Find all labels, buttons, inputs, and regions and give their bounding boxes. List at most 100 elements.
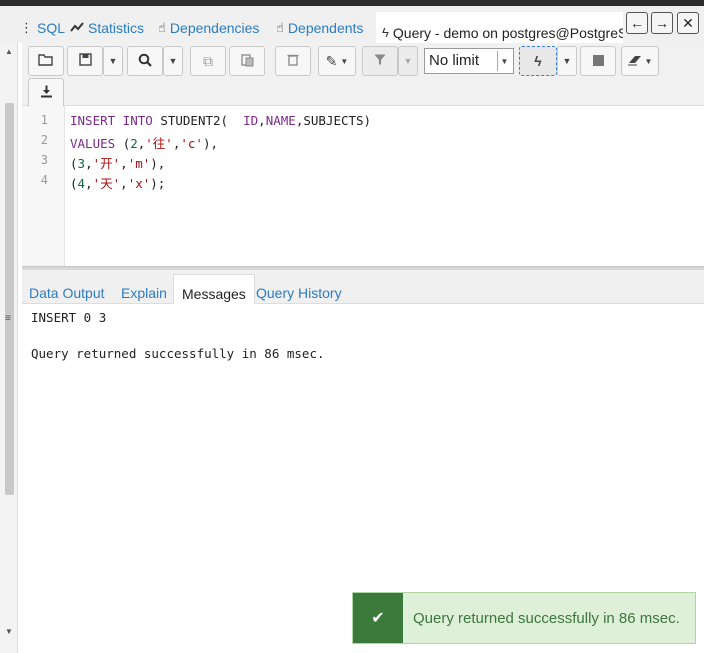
scroll-down-arrow-icon[interactable]: ▼ bbox=[5, 627, 13, 636]
line-number: 1 bbox=[40, 113, 48, 127]
query-toolbar: ▼ ▼ ⧉ ✎ ▼ ▼ No limit ▼ ϟ ▼ ▼ bbox=[22, 43, 704, 108]
save-button[interactable] bbox=[67, 46, 103, 76]
execute-options-dropdown[interactable]: ▼ bbox=[557, 46, 577, 76]
clear-button[interactable]: ▼ bbox=[621, 46, 659, 76]
results-tabs: Data Output Explain Messages Query Histo… bbox=[22, 270, 704, 304]
copy-button[interactable]: ⧉ bbox=[190, 46, 226, 76]
line-number: 2 bbox=[40, 133, 48, 147]
tab-dependencies[interactable]: ☝ Dependencies bbox=[158, 20, 259, 36]
message-success: Query returned successfully in 86 msec. bbox=[31, 346, 325, 361]
trash-icon bbox=[287, 53, 299, 69]
resize-grip-icon[interactable]: ≡ bbox=[5, 313, 11, 324]
caret-down-icon: ▼ bbox=[108, 56, 118, 66]
query-tool-window: ⋮ SQL Statistics ☝ Dependencies ☝ Depend… bbox=[0, 0, 704, 653]
code-token: STUDENT2( bbox=[160, 113, 244, 128]
caret-down-icon: ▼ bbox=[403, 56, 413, 66]
code-token: INSERT INTO bbox=[70, 113, 161, 128]
code-line[interactable]: INSERT INTO STUDENT2( ID,NAME,SUBJECTS) bbox=[70, 113, 371, 128]
hand-pointer-icon: ☝ bbox=[276, 20, 284, 35]
filter-options-dropdown[interactable]: ▼ bbox=[398, 46, 418, 76]
paste-button[interactable] bbox=[229, 46, 265, 76]
check-icon: ✔ bbox=[353, 593, 403, 643]
folder-open-icon bbox=[38, 53, 54, 69]
toast-text: Query returned successfully in 86 msec. bbox=[413, 609, 680, 627]
code-token: ), bbox=[150, 156, 166, 171]
forward-button[interactable]: → bbox=[651, 12, 673, 34]
close-icon: ✕ bbox=[682, 14, 694, 31]
tab-explain[interactable]: Explain bbox=[121, 285, 167, 301]
tab-query[interactable]: ϟ Query - demo on postgres@PostgreSQL bbox=[376, 12, 623, 43]
row-limit-select[interactable]: No limit ▼ bbox=[424, 48, 514, 74]
bolt-icon: ϟ bbox=[382, 25, 389, 40]
code-line[interactable]: VALUES (2,'往','c'), bbox=[70, 133, 218, 152]
code-token: , bbox=[85, 156, 93, 171]
stop-icon bbox=[592, 53, 604, 69]
delete-button[interactable] bbox=[275, 46, 311, 76]
code-token: NAME bbox=[265, 113, 296, 128]
filter-button[interactable] bbox=[362, 46, 398, 76]
line-number: 3 bbox=[40, 153, 48, 167]
panel-tabs: ⋮ SQL Statistics ☝ Dependencies ☝ Depend… bbox=[0, 6, 704, 43]
edit-icon: ✎ bbox=[325, 52, 338, 69]
code-token: , bbox=[258, 113, 266, 128]
chart-line-icon bbox=[70, 21, 84, 36]
download-button[interactable] bbox=[28, 78, 64, 108]
tab-dependents-label: Dependents bbox=[287, 20, 364, 36]
code-token: ), bbox=[202, 136, 219, 151]
caret-down-icon: ▼ bbox=[340, 56, 349, 66]
tab-dependents[interactable]: ☝ Dependents bbox=[276, 20, 363, 36]
tab-dependencies-label: Dependencies bbox=[169, 20, 260, 36]
caret-down-icon: ▼ bbox=[168, 56, 178, 66]
edit-button[interactable]: ✎ ▼ bbox=[318, 46, 356, 76]
paste-icon bbox=[240, 53, 254, 70]
tab-sql[interactable]: ⋮ SQL bbox=[20, 20, 65, 36]
code-token: , bbox=[85, 176, 93, 191]
code-token: , bbox=[120, 176, 128, 191]
code-token: '往' bbox=[145, 136, 173, 151]
floppy-disk-icon bbox=[78, 53, 92, 69]
code-token: VALUES bbox=[70, 136, 123, 151]
back-button[interactable]: ← bbox=[626, 12, 648, 34]
hand-pointer-icon: ☝ bbox=[158, 20, 166, 35]
open-file-button[interactable] bbox=[28, 46, 64, 76]
sql-icon: ⋮ bbox=[20, 20, 33, 35]
row-limit-value: No limit bbox=[429, 52, 480, 69]
code-token: '开' bbox=[92, 156, 121, 171]
close-button[interactable]: ✕ bbox=[677, 12, 699, 34]
vertical-scrollbar[interactable]: ▲ ≡ ▼ bbox=[0, 43, 18, 653]
code-line[interactable]: (4,'天','x'); bbox=[70, 173, 165, 192]
eraser-icon bbox=[627, 53, 642, 69]
line-number: 4 bbox=[40, 173, 48, 187]
tab-data-output[interactable]: Data Output bbox=[29, 285, 105, 301]
code-token: 3 bbox=[77, 156, 86, 171]
execute-button[interactable]: ϟ bbox=[519, 46, 557, 76]
scroll-up-arrow-icon[interactable]: ▲ bbox=[5, 47, 13, 56]
tab-query-label: Query - demo on postgres@PostgreSQL bbox=[392, 24, 623, 41]
tab-sql-label: SQL bbox=[37, 20, 66, 36]
code-token: ( bbox=[70, 176, 78, 191]
find-options-dropdown[interactable]: ▼ bbox=[163, 46, 183, 76]
tab-messages[interactable]: Messages bbox=[173, 274, 255, 304]
code-token: '天' bbox=[92, 176, 121, 191]
scrollbar-thumb[interactable] bbox=[5, 103, 14, 495]
code-token: ID bbox=[243, 113, 259, 128]
bolt-icon: ϟ bbox=[534, 53, 542, 69]
download-icon bbox=[40, 85, 53, 101]
code-token: ); bbox=[150, 176, 166, 191]
tab-statistics-label: Statistics bbox=[88, 20, 145, 36]
code-token: 2 bbox=[130, 136, 138, 151]
code-token: 'c' bbox=[180, 136, 203, 151]
save-options-dropdown[interactable]: ▼ bbox=[103, 46, 123, 76]
sql-editor[interactable]: 1234 INSERT INTO STUDENT2( ID,NAME,SUBJE… bbox=[22, 106, 704, 266]
success-toast[interactable]: ✔ Query returned successfully in 86 msec… bbox=[352, 592, 696, 644]
caret-down-icon: ▼ bbox=[497, 51, 511, 71]
code-line[interactable]: (3,'开','m'), bbox=[70, 153, 165, 172]
code-token: 'm' bbox=[127, 156, 151, 171]
stop-button[interactable] bbox=[580, 46, 616, 76]
code-token: ,SUBJECTS) bbox=[295, 113, 372, 128]
tab-statistics[interactable]: Statistics bbox=[70, 20, 144, 36]
tab-query-history[interactable]: Query History bbox=[256, 285, 342, 301]
search-icon bbox=[138, 53, 152, 70]
find-button[interactable] bbox=[127, 46, 163, 76]
caret-down-icon: ▼ bbox=[644, 56, 653, 66]
